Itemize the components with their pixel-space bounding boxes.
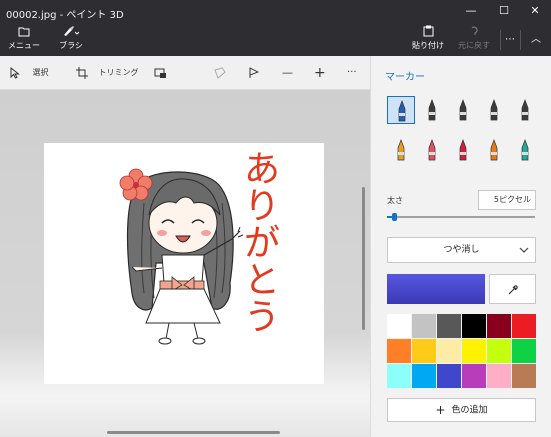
brush-icon	[52, 24, 90, 40]
size-label: 太さ	[387, 196, 403, 205]
redo-button[interactable]: 元に戻す	[454, 24, 494, 56]
color-swatch[interactable]	[437, 364, 461, 388]
color-swatch[interactable]	[387, 339, 411, 363]
eraser-brush-button[interactable]	[418, 136, 446, 164]
color-swatch[interactable]	[462, 339, 486, 363]
paste-icon	[408, 24, 448, 40]
size-slider[interactable]	[387, 216, 535, 218]
eraser-icon	[428, 139, 436, 161]
watercolor-icon	[490, 99, 498, 121]
add-color-label: 色の追加	[451, 405, 488, 416]
greeting-text: ありがとう	[243, 149, 280, 338]
maximize-button[interactable]: ☐	[488, 0, 520, 24]
zoom-in-button[interactable]: +	[314, 65, 326, 81]
brush-tab-button[interactable]: ブラシ	[52, 24, 90, 56]
color-swatch[interactable]	[437, 314, 461, 338]
fill-bucket-brush-button[interactable]	[511, 136, 539, 164]
crayon-brush-button[interactable]	[449, 136, 477, 164]
flag-icon	[248, 66, 260, 78]
eyedropper-button[interactable]	[489, 274, 536, 304]
add-color-button[interactable]: + 色の追加	[387, 398, 536, 422]
ribbon-more-button[interactable]: ⋯	[502, 24, 518, 56]
magic-select-icon	[154, 68, 167, 78]
pixel-pen-brush-button[interactable]	[511, 96, 539, 124]
zoom-out-button[interactable]: —	[282, 65, 293, 81]
pixel-pen-icon	[521, 99, 529, 121]
fill-bucket-icon	[521, 139, 529, 161]
select-label: 選択	[32, 68, 49, 77]
panel-title: マーカー	[385, 72, 425, 83]
color-swatch[interactable]	[412, 339, 436, 363]
color-swatch[interactable]	[387, 364, 411, 388]
crop-tool[interactable]: トリミング	[76, 65, 139, 81]
minimize-button[interactable]: —	[455, 0, 487, 24]
crop-icon	[76, 66, 88, 79]
menu-label: メニュー	[8, 41, 40, 50]
flag-tool[interactable]	[248, 65, 260, 81]
size-input[interactable]: 5ピクセル	[478, 190, 536, 210]
color-swatch[interactable]	[487, 314, 511, 338]
color-swatch[interactable]	[512, 364, 536, 388]
color-swatch[interactable]	[437, 339, 461, 363]
window-title: 00002.jpg - ペイント 3D	[6, 10, 124, 21]
calligraphy-pen-icon	[428, 99, 436, 121]
calligraphy-pen-brush-button[interactable]	[418, 96, 446, 124]
plus-icon: +	[435, 403, 446, 417]
vertical-scrollbar[interactable]	[362, 187, 365, 330]
spray-can-icon	[490, 139, 498, 161]
hair-flower	[119, 168, 153, 201]
title-bar: 00002.jpg - ペイント 3D — ☐ ✕	[0, 0, 551, 24]
select-tool[interactable]: 選択	[10, 65, 49, 81]
size-slider-thumb[interactable]	[392, 213, 398, 221]
color-swatch[interactable]	[487, 339, 511, 363]
canvas-toolbar: 選択 トリミング — + ···	[0, 56, 370, 90]
marker-icon	[398, 100, 406, 122]
redo-label: 元に戻す	[458, 41, 490, 50]
sticker-tool[interactable]	[214, 65, 226, 81]
drawing-canvas[interactable]: ありがとう	[44, 143, 324, 384]
brush-panel: マーカー 太さ 5ピクセル つや消し + 色の追加	[370, 56, 551, 437]
color-swatch[interactable]	[462, 364, 486, 388]
pencil-icon	[397, 139, 405, 161]
collapse-ribbon-button[interactable]: ︿	[524, 24, 548, 56]
brush-label: ブラシ	[59, 41, 83, 50]
horizontal-scrollbar[interactable]	[107, 431, 280, 434]
ribbon: メニュー ブラシ 貼り付け 元に戻す ⋯ ︿	[0, 24, 551, 56]
menu-button[interactable]: メニュー	[6, 24, 42, 56]
crop-label: トリミング	[98, 68, 139, 77]
redo-icon	[454, 24, 494, 40]
finish-dropdown[interactable]: つや消し	[387, 237, 536, 263]
chevron-down-icon	[519, 238, 529, 272]
finish-label: つや消し	[443, 245, 480, 255]
color-swatch[interactable]	[462, 314, 486, 338]
eyedropper-icon	[507, 284, 519, 295]
watercolor-brush-button[interactable]	[480, 96, 508, 124]
ribbon-separator	[500, 30, 501, 50]
color-swatch[interactable]	[512, 314, 536, 338]
color-swatch[interactable]	[487, 364, 511, 388]
magic-select-tool[interactable]	[154, 65, 167, 81]
toolbar-more-button[interactable]: ···	[347, 65, 357, 81]
folder-icon	[6, 24, 42, 40]
canvas-area[interactable]: ありがとう	[0, 90, 370, 437]
cursor-icon	[10, 66, 20, 79]
close-button[interactable]: ✕	[519, 0, 551, 24]
oil-brush-brush-button[interactable]	[449, 96, 477, 124]
ribbon-separator-2	[520, 30, 521, 50]
oil-brush-icon	[459, 99, 467, 121]
paste-label: 貼り付け	[412, 41, 444, 50]
color-swatch[interactable]	[412, 314, 436, 338]
pencil-brush-button[interactable]	[387, 136, 415, 164]
current-color-swatch[interactable]	[387, 274, 485, 304]
spray-can-brush-button[interactable]	[480, 136, 508, 164]
marker-brush-button[interactable]	[387, 96, 415, 124]
color-swatch[interactable]	[412, 364, 436, 388]
sticker-icon	[214, 66, 226, 79]
color-swatch[interactable]	[512, 339, 536, 363]
color-swatch[interactable]	[387, 314, 411, 338]
paste-button[interactable]: 貼り付け	[408, 24, 448, 56]
crayon-icon	[459, 139, 467, 161]
